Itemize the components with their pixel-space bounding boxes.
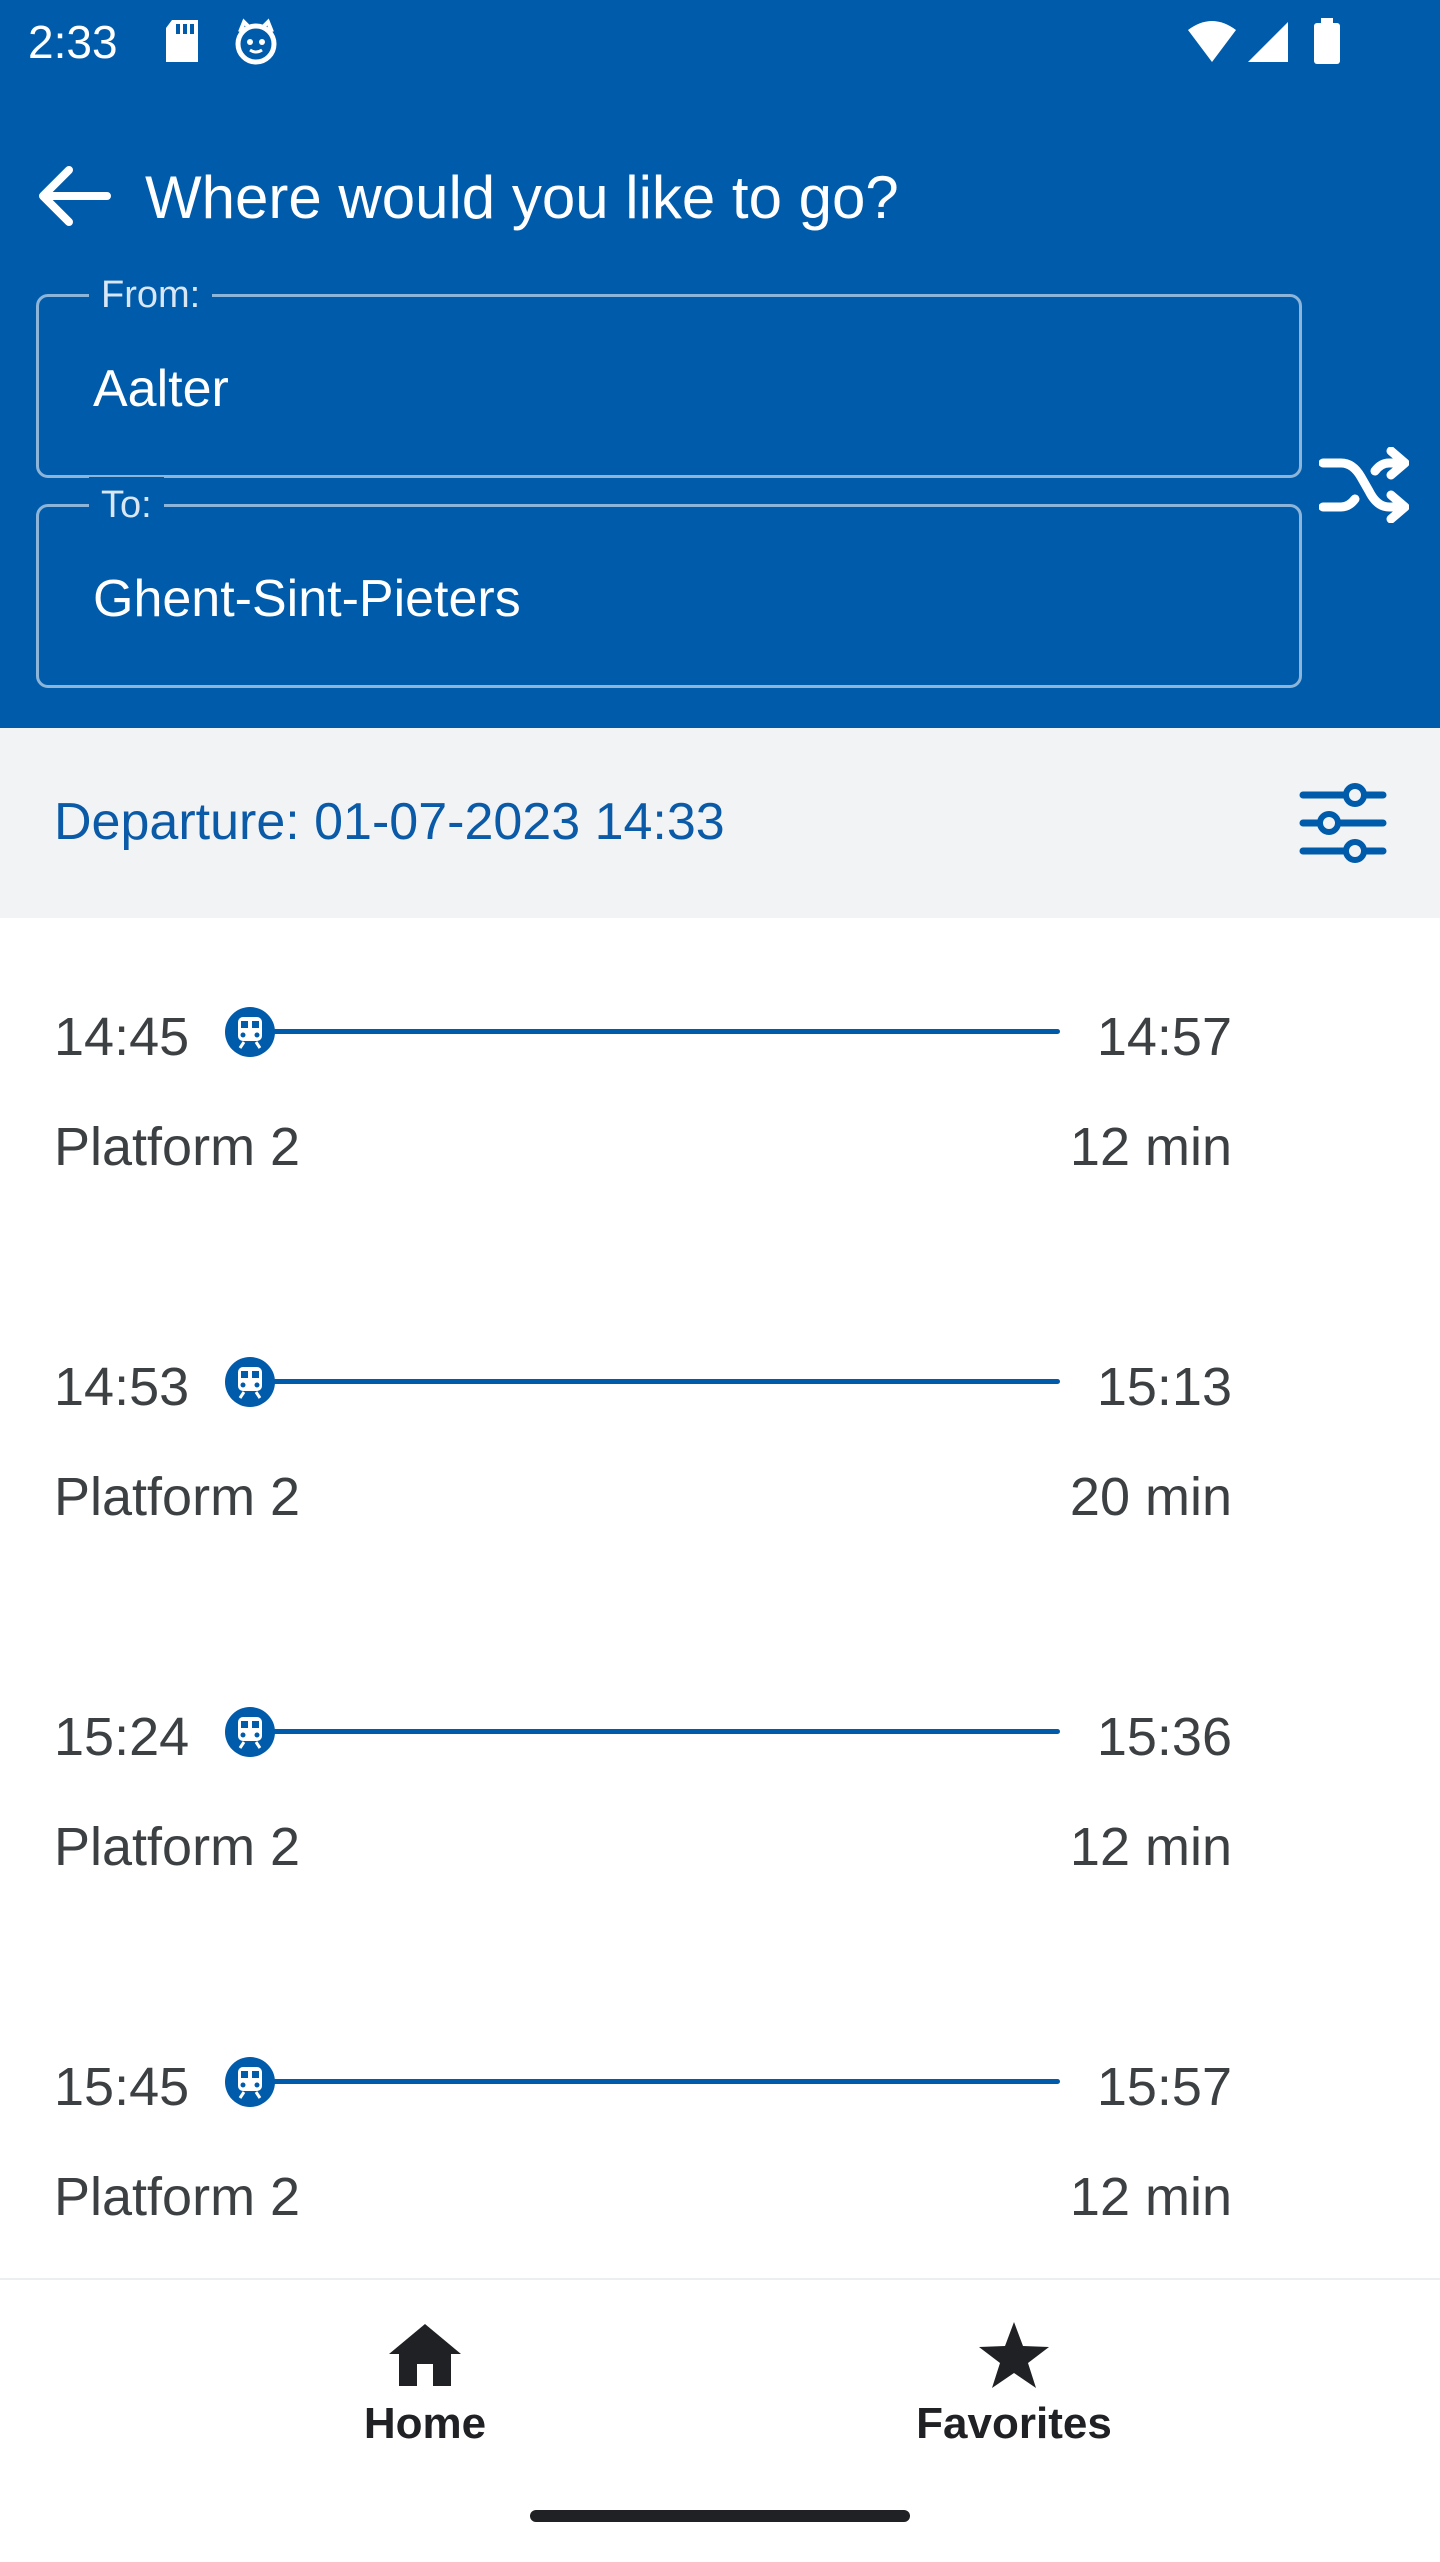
star-icon	[979, 2322, 1049, 2388]
route-platform: Platform 2	[54, 1467, 301, 1527]
route-departure-time: 14:53	[54, 1357, 190, 1417]
battery-icon	[1312, 18, 1342, 69]
status-time: 2:33	[28, 16, 118, 68]
nav-favorites[interactable]: Favorites	[864, 2320, 1164, 2470]
shuffle-icon	[1319, 447, 1409, 523]
route-duration: 12 min	[1069, 1117, 1232, 1177]
route-arrival-time: 14:57	[1096, 1007, 1232, 1067]
route-departure-time: 14:45	[54, 1007, 190, 1067]
sliders-icon	[1299, 783, 1387, 863]
cell-signal-icon	[1246, 20, 1290, 69]
swap-stations-button[interactable]	[1316, 442, 1412, 528]
route-duration: 12 min	[1069, 2167, 1232, 2227]
route-departure-time: 15:24	[54, 1707, 190, 1767]
page-title: Where would you like to go?	[145, 164, 899, 231]
from-field-label: From:	[89, 267, 213, 323]
nav-favorites-label: Favorites	[916, 2399, 1112, 2448]
sd-card-icon	[162, 18, 202, 69]
route-line	[270, 2079, 1060, 2084]
wifi-icon	[1186, 20, 1238, 69]
home-icon	[389, 2324, 461, 2386]
route-line	[270, 1379, 1060, 1384]
route-arrival-time: 15:13	[1096, 1357, 1232, 1417]
route-duration: 12 min	[1069, 1817, 1232, 1877]
arrow-left-icon	[39, 166, 111, 226]
departure-bar[interactable]: Departure: 01-07-2023 14:33	[0, 728, 1440, 918]
cat-face-icon	[232, 18, 280, 71]
from-field-value: Aalter	[93, 360, 229, 418]
from-field[interactable]: From: Aalter	[36, 267, 1302, 478]
departure-datetime[interactable]: Departure: 01-07-2023 14:33	[54, 784, 725, 860]
nav-home-label: Home	[363, 2399, 487, 2448]
route-duration: 20 min	[1069, 1467, 1232, 1527]
to-field[interactable]: To: Ghent-Sint-Pieters	[36, 477, 1302, 688]
status-bar: 2:33	[0, 0, 1440, 84]
route-arrival-time: 15:57	[1096, 2057, 1232, 2117]
to-field-label: To:	[89, 477, 164, 533]
to-field-value: Ghent-Sint-Pieters	[93, 570, 521, 628]
gesture-nav-handle[interactable]	[530, 2510, 910, 2522]
nav-home[interactable]: Home	[275, 2320, 575, 2470]
route-line	[270, 1029, 1060, 1034]
route-item[interactable]: 15:24 15:36 Platform 2 12 min	[0, 1684, 1440, 2034]
back-button[interactable]	[28, 156, 118, 236]
route-item[interactable]: 14:53 15:13 Platform 2 20 min	[0, 1334, 1440, 1684]
route-line	[270, 1729, 1060, 1734]
route-platform: Platform 2	[54, 1817, 301, 1877]
route-platform: Platform 2	[54, 2167, 301, 2227]
route-arrival-time: 15:36	[1096, 1707, 1232, 1767]
route-departure-time: 15:45	[54, 2057, 190, 2117]
route-platform: Platform 2	[54, 1117, 301, 1177]
filter-button[interactable]	[1292, 778, 1394, 868]
route-item[interactable]: 14:45 14:57 Platform 2 12 min	[0, 984, 1440, 1334]
